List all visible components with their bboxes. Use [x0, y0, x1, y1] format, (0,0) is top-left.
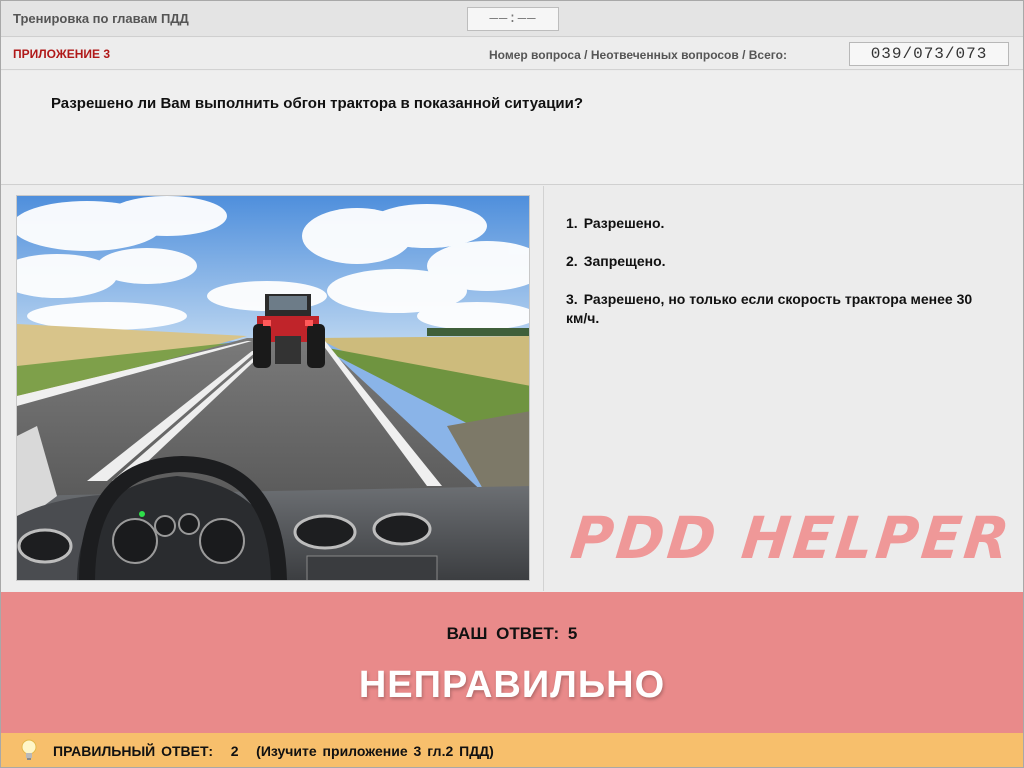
mode-title: Тренировка по главам ПДД [13, 11, 189, 26]
watermark-logo: PDD HELPER [567, 504, 1016, 572]
correct-answer-label: ПРАВИЛЬНЫЙ ОТВЕТ: [53, 743, 214, 759]
your-answer-label: ВАШ ОТВЕТ: [446, 624, 560, 643]
correct-answer-value: 2 [230, 743, 239, 759]
correct-answer-text: ПРАВИЛЬНЫЙ ОТВЕТ: 2 (Изучите приложение … [53, 743, 494, 759]
answer-text: Разрешено, но только если скорость тракт… [566, 291, 973, 326]
picture-panel [1, 186, 544, 591]
result-banner: ВАШ ОТВЕТ: 5 НЕПРАВИЛЬНО [1, 592, 1023, 733]
question-text: Разрешено ли Вам выполнить обгон трактор… [51, 95, 584, 112]
question-counter: 039/073/073 [849, 42, 1009, 66]
exam-window: Тренировка по главам ПДД ——:—— ПРИЛОЖЕНИ… [0, 0, 1024, 768]
answer-text: Запрещено. [583, 253, 666, 269]
question-area: Разрешено ли Вам выполнить обгон трактор… [1, 71, 1023, 185]
timer-display: ——:—— [467, 7, 559, 31]
answer-option-1[interactable]: 1. Разрешено. [566, 214, 986, 233]
your-answer: ВАШ ОТВЕТ: 5 [1, 624, 1023, 644]
your-answer-value: 5 [567, 624, 578, 643]
verdict-text: НЕПРАВИЛЬНО [358, 664, 666, 706]
info-bar: ПРИЛОЖЕНИЕ 3 Номер вопроса / Неотвеченны… [1, 38, 1023, 70]
answer-number: 3. [566, 291, 578, 307]
question-image [16, 195, 530, 581]
answer-option-2[interactable]: 2. Запрещено. [566, 252, 986, 271]
answer-number: 2. [566, 253, 578, 269]
question-counter-label: Номер вопроса / Неотвеченных вопросов / … [489, 48, 787, 62]
answer-text: Разрешено. [583, 215, 665, 231]
study-hint: (Изучите приложение 3 гл.2 ПДД) [256, 743, 494, 759]
correct-answer-bar: ПРАВИЛЬНЫЙ ОТВЕТ: 2 (Изучите приложение … [1, 733, 1023, 767]
top-bar: Тренировка по главам ПДД ——:—— [1, 1, 1023, 37]
answers-panel: 1. Разрешено. 2. Запрещено. 3. Разрешено, н… [545, 186, 1023, 591]
answer-number: 1. [566, 215, 578, 231]
lightbulb-icon [21, 739, 37, 761]
section-title: ПРИЛОЖЕНИЕ 3 [13, 47, 111, 61]
answer-option-3[interactable]: 3. Разрешено, но только если скорость тра… [566, 290, 986, 328]
